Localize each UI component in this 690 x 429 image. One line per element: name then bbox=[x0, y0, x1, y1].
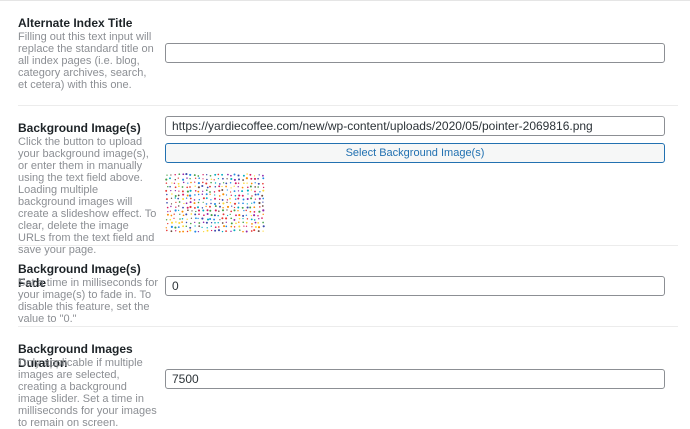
section-divider bbox=[18, 326, 678, 327]
background-images-label: Background Image(s) bbox=[18, 121, 141, 135]
background-images-description: Click the button to upload your backgrou… bbox=[18, 136, 157, 256]
background-images-url-input[interactable]: https://yardiecoffee.com/new/wp-content/… bbox=[165, 116, 665, 136]
section-divider bbox=[18, 245, 678, 246]
alternate-index-title-description: Filling out this text input will replace… bbox=[18, 31, 154, 91]
alternate-index-title-label: Alternate Index Title bbox=[18, 16, 133, 30]
background-images-fade-description: Set a time in milliseconds for your imag… bbox=[18, 277, 158, 325]
alternate-index-title-input[interactable] bbox=[165, 43, 665, 63]
select-background-images-button[interactable]: Select Background Image(s) bbox=[165, 143, 665, 163]
top-divider bbox=[0, 0, 690, 1]
background-images-duration-input[interactable]: 7500 bbox=[165, 369, 665, 389]
background-image-preview bbox=[165, 173, 265, 235]
background-images-fade-input[interactable]: 0 bbox=[165, 276, 665, 296]
background-images-duration-description: Only applicable if multiple images are s… bbox=[18, 357, 157, 429]
section-divider bbox=[18, 105, 678, 106]
